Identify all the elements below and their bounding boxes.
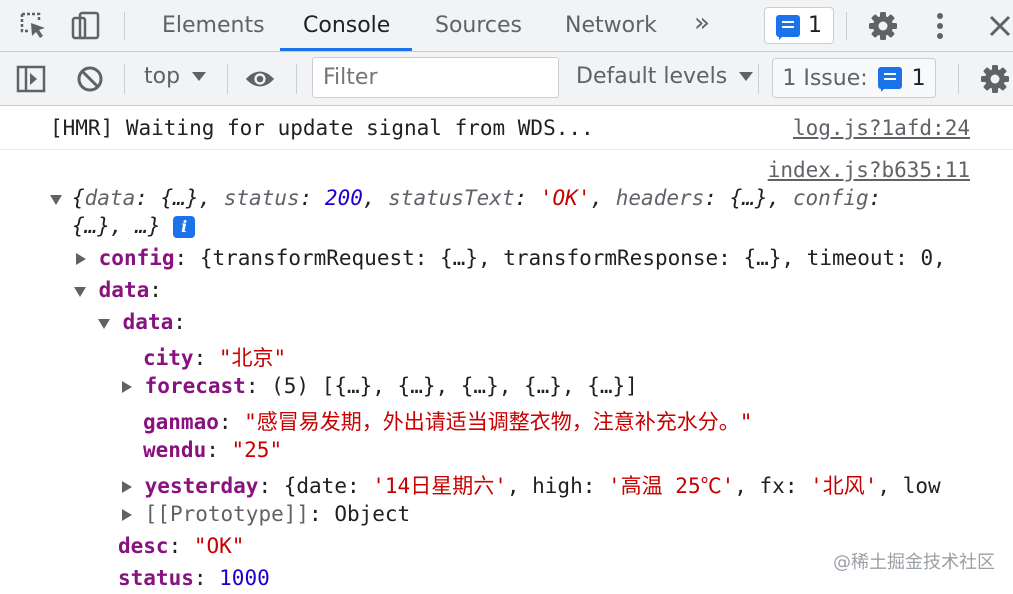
expand-triangle-down-icon[interactable] bbox=[50, 195, 62, 205]
log-levels-dropdown[interactable]: Default levels bbox=[576, 64, 754, 89]
source-link[interactable]: index.js?b635:11 bbox=[768, 158, 970, 182]
device-toolbar-icon[interactable] bbox=[70, 10, 102, 42]
close-icon[interactable] bbox=[984, 10, 1013, 42]
object-summary: {data: {…}, status: 200, statusText: 'OK… bbox=[72, 186, 882, 210]
more-tabs-icon[interactable]: » bbox=[694, 8, 710, 38]
status-row: status: 1000 bbox=[118, 566, 270, 590]
settings-gear-icon[interactable] bbox=[867, 10, 899, 42]
config-row[interactable]: config: {transformRequest: {…}, transfor… bbox=[76, 246, 976, 270]
prop-key: config bbox=[98, 246, 175, 270]
inner-data-row[interactable]: data: bbox=[98, 310, 186, 334]
forecast-row[interactable]: forecast: (5) [{…}, {…}, {…}, {…}, {…}] bbox=[122, 374, 638, 398]
data-row[interactable]: data: bbox=[74, 278, 162, 302]
devtools-tabbar: Elements Console Sources Network » 1 bbox=[0, 0, 1013, 52]
info-icon[interactable]: i bbox=[173, 216, 196, 238]
console-message-hmr: [HMR] Waiting for update signal from WDS… bbox=[0, 106, 1013, 150]
live-expression-eye-icon[interactable] bbox=[244, 63, 276, 95]
active-tab-indicator bbox=[280, 48, 412, 51]
divider bbox=[227, 64, 228, 94]
message-text: [HMR] Waiting for update signal from WDS… bbox=[50, 116, 594, 140]
prop-value: {transformRequest: {…}, transformRespons… bbox=[199, 246, 946, 270]
city-row: city: "北京" bbox=[143, 346, 287, 370]
divider bbox=[124, 12, 125, 40]
messages-badge-button[interactable]: 1 bbox=[764, 7, 834, 44]
source-link[interactable]: log.js?1afd:24 bbox=[793, 116, 970, 140]
sidebar-toggle-icon[interactable] bbox=[15, 63, 47, 95]
expand-triangle-down-icon[interactable] bbox=[74, 287, 86, 297]
message-icon bbox=[877, 67, 902, 92]
context-selector[interactable]: top bbox=[144, 64, 207, 89]
filter-input[interactable] bbox=[312, 57, 559, 98]
issues-button[interactable]: 1 Issue: 1 bbox=[772, 58, 936, 98]
chevron-down-icon bbox=[192, 72, 207, 81]
tab-sources[interactable]: Sources bbox=[425, 0, 532, 52]
divider bbox=[958, 64, 959, 94]
watermark: @稀土掘金技术社区 bbox=[833, 552, 995, 573]
tab-network[interactable]: Network bbox=[555, 0, 667, 52]
expand-triangle-right-icon[interactable] bbox=[122, 481, 132, 493]
desc-row: desc: "OK" bbox=[118, 534, 245, 558]
expand-triangle-down-icon[interactable] bbox=[98, 319, 110, 329]
tab-console[interactable]: Console bbox=[293, 0, 400, 52]
object-summary-row[interactable] bbox=[50, 186, 62, 210]
console-toolbar: top Default levels 1 Issue: 1 bbox=[0, 52, 1013, 106]
message-icon bbox=[776, 14, 800, 40]
wendu-row: wendu: "25" bbox=[143, 438, 283, 462]
yesterday-row[interactable]: yesterday: {date: '14日星期六', high: '高温 25… bbox=[122, 470, 984, 500]
inspect-element-icon[interactable] bbox=[18, 10, 50, 42]
expand-triangle-right-icon[interactable] bbox=[122, 509, 132, 521]
divider bbox=[296, 64, 297, 94]
prototype-row[interactable]: [[Prototype]]: Object bbox=[122, 502, 410, 526]
clear-console-icon[interactable] bbox=[74, 63, 106, 95]
object-summary-cont: {…}, …} i bbox=[72, 214, 196, 238]
console-output: [HMR] Waiting for update signal from WDS… bbox=[0, 106, 1013, 594]
context-label: top bbox=[144, 64, 181, 89]
expand-triangle-right-icon[interactable] bbox=[76, 253, 86, 265]
levels-label: Default levels bbox=[576, 64, 728, 89]
divider bbox=[124, 64, 125, 94]
prop-key: data bbox=[98, 278, 150, 302]
divider bbox=[758, 64, 759, 94]
issue-label: 1 Issue: bbox=[782, 65, 868, 91]
issue-count: 1 bbox=[911, 65, 926, 91]
divider bbox=[846, 12, 847, 40]
ganmao-row: ganmao: "感冒易发期，外出请适当调整衣物，注意补充水分。" bbox=[143, 410, 753, 434]
kebab-menu-icon[interactable] bbox=[924, 10, 956, 42]
console-settings-gear-icon[interactable] bbox=[979, 63, 1011, 95]
chevron-down-icon bbox=[739, 72, 754, 81]
tab-elements[interactable]: Elements bbox=[152, 0, 275, 52]
expand-triangle-right-icon[interactable] bbox=[122, 381, 132, 393]
prop-key: data bbox=[122, 310, 174, 334]
messages-count: 1 bbox=[808, 13, 822, 38]
